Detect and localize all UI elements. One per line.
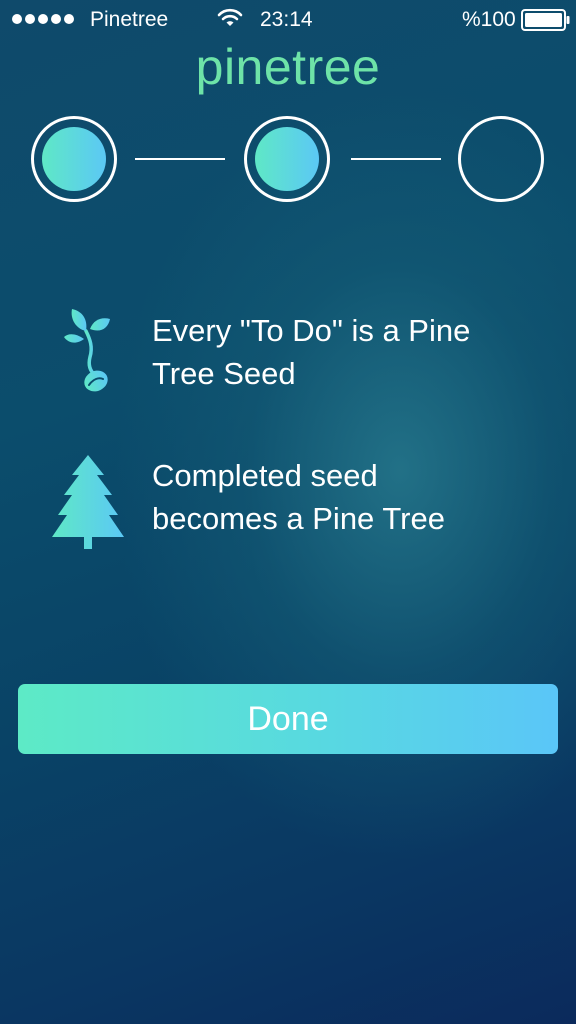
step-fill <box>42 127 106 191</box>
battery-icon <box>521 9 570 31</box>
pine-tree-icon <box>52 455 124 549</box>
feature-tree-text: Completed seed becomes a Pine Tree <box>152 454 552 540</box>
feature-seed-line-2: Tree Seed <box>152 356 296 391</box>
signal-strength-icon <box>12 14 74 24</box>
status-time: 23:14 <box>260 8 313 31</box>
feature-seed-line-1: Every "To Do" is a Pine <box>152 313 471 348</box>
done-button-label: Done <box>247 699 329 738</box>
step-indicator-2 <box>244 116 330 202</box>
sprout-icon <box>64 309 110 392</box>
step-fill <box>255 127 319 191</box>
wifi-icon <box>217 8 243 26</box>
step-indicator-1 <box>31 116 117 202</box>
feature-seed-text: Every "To Do" is a Pine Tree Seed <box>152 309 552 395</box>
app-title: pinetree <box>195 39 381 95</box>
battery-percentage: %100 <box>462 8 516 31</box>
step-connector <box>135 158 225 160</box>
carrier-name: Pinetree <box>90 8 169 31</box>
done-button[interactable]: Done <box>18 684 558 754</box>
step-connector <box>351 158 441 160</box>
status-bar: Pinetree 23:14 %100 <box>0 0 576 40</box>
step-indicator-3 <box>458 116 544 202</box>
feature-tree-line-1: Completed seed <box>152 458 378 493</box>
feature-tree-line-2: becomes a Pine Tree <box>152 501 445 536</box>
